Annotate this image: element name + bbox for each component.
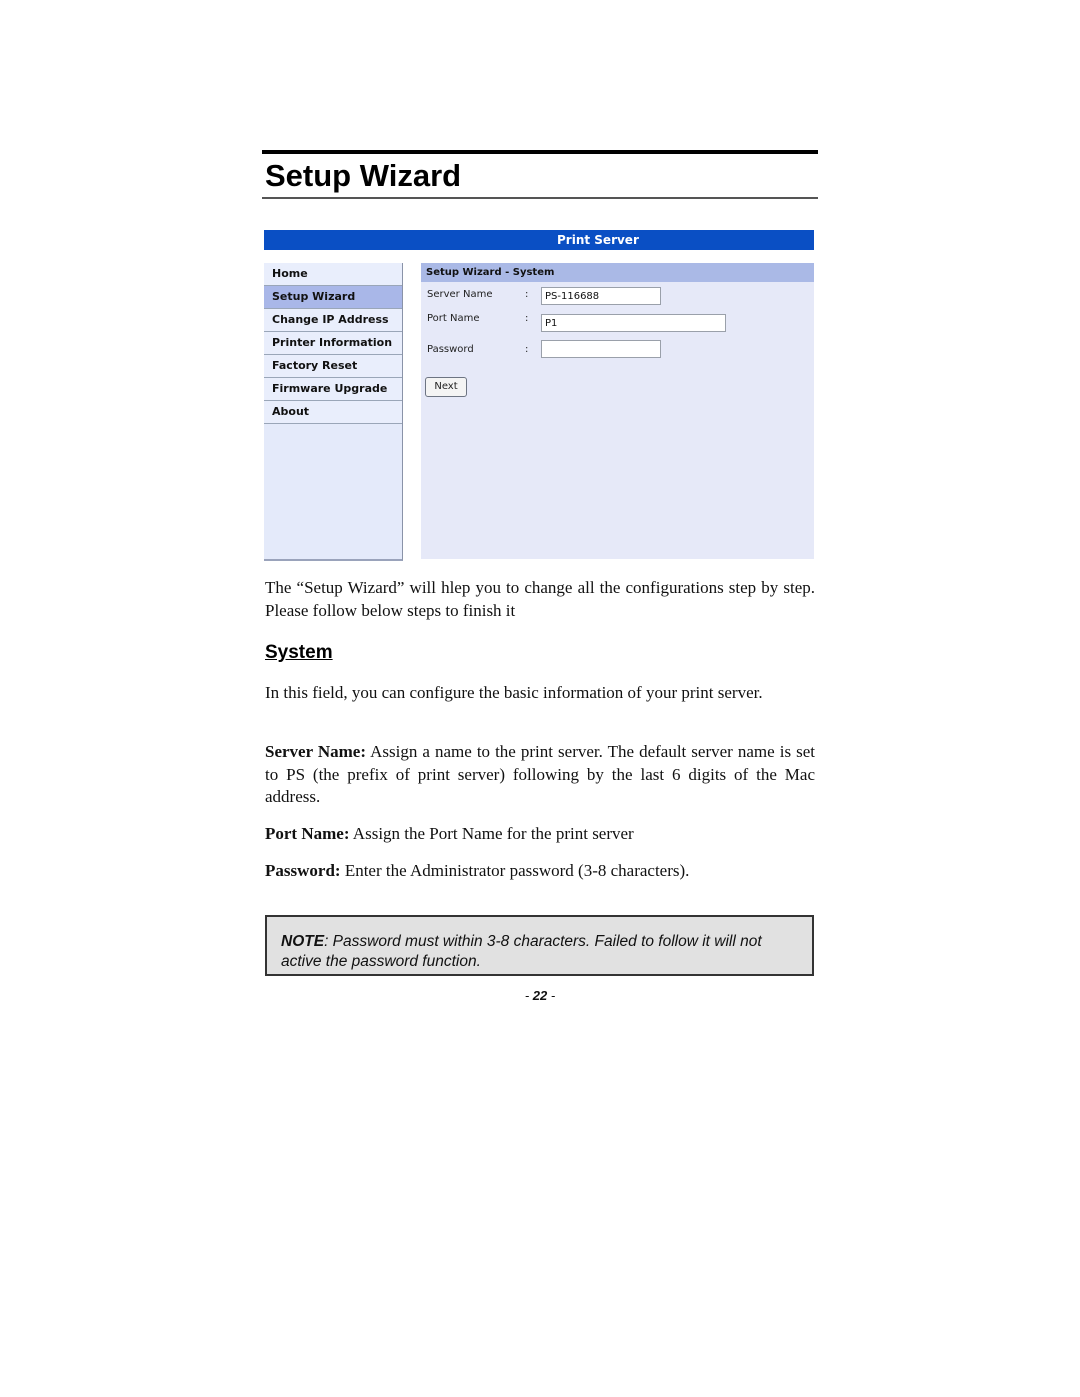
password-row: Password : [421,340,814,360]
definition-port-name: Port Name: Assign the Port Name for the … [265,823,815,846]
sidebar-item-home[interactable]: Home [264,263,402,286]
page-number-suffix: - [547,988,556,1003]
definition-server-name: Server Name: Assign a name to the print … [265,741,815,809]
password-input[interactable] [541,340,661,358]
setup-wizard-panel: Setup Wizard - System Server Name : Port… [421,263,814,559]
definition-term: Port Name: [265,824,350,843]
section-intro-paragraph: In this field, you can configure the bas… [265,683,763,702]
server-name-input[interactable] [541,287,661,305]
sidebar-item-about[interactable]: About [264,401,402,424]
page-number-value: 22 [532,988,548,1003]
sidebar-nav: Home Setup Wizard Change IP Address Prin… [264,263,403,561]
definition-text: Assign the Port Name for the print serve… [349,824,634,843]
definition-term: Password: [265,861,341,880]
intro-paragraph: The “Setup Wizard” will hlep you to chan… [265,578,815,620]
definition-password: Password: Enter the Administrator passwo… [265,860,815,883]
sidebar-item-setup-wizard[interactable]: Setup Wizard [264,286,402,309]
password-label: Password [427,344,474,355]
page-title: Setup Wizard [265,158,462,193]
sidebar-item-change-ip-address[interactable]: Change IP Address [264,309,402,332]
page-number: - 22 - [0,988,1080,1003]
note-box: NOTE: Password must within 3-8 character… [265,915,814,976]
definition-text: Enter the Administrator password (3-8 ch… [340,861,690,880]
definition-term: Server Name: [265,742,367,761]
port-name-colon: : [525,313,529,324]
note-label: NOTE [281,933,325,950]
title-bottom-rule [262,197,818,199]
port-name-label: Port Name [427,313,480,324]
sidebar-item-factory-reset[interactable]: Factory Reset [264,355,402,378]
sidebar-item-firmware-upgrade[interactable]: Firmware Upgrade [264,378,402,401]
password-colon: : [525,344,529,355]
page-number-prefix: - [524,988,533,1003]
note-text: : Password must within 3-8 characters. F… [281,933,762,970]
server-name-colon: : [525,289,529,300]
section-heading-system: System [265,642,333,663]
header-title: Print Server [557,233,639,247]
port-name-row: Port Name : [421,313,814,333]
sidebar-item-printer-information[interactable]: Printer Information [264,332,402,355]
server-name-label: Server Name [427,289,493,300]
title-top-rule [262,150,818,154]
server-name-row: Server Name : [421,287,814,307]
panel-title: Setup Wizard - System [421,263,814,282]
next-button[interactable]: Next [425,377,467,397]
print-server-screenshot: Print Server Home Setup Wizard Change IP… [264,230,815,562]
port-name-input[interactable] [541,314,726,332]
print-server-header: Print Server [264,230,814,250]
